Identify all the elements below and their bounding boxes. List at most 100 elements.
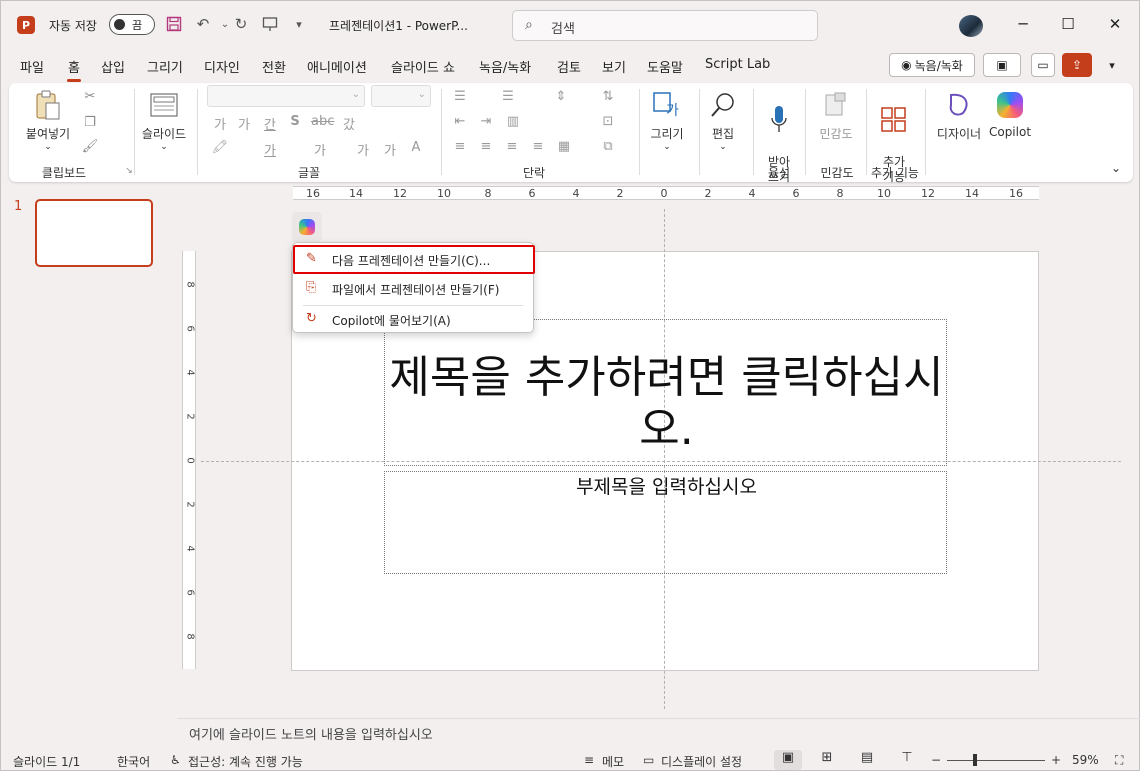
- tab-review[interactable]: 검토: [557, 57, 581, 76]
- tab-home[interactable]: 홈: [67, 57, 81, 82]
- close-button[interactable]: ✕: [1103, 15, 1127, 33]
- comments-button[interactable]: ▭: [1031, 53, 1055, 77]
- increase-font-icon[interactable]: 가: [211, 114, 229, 133]
- distributed-icon[interactable]: ▦: [555, 139, 573, 154]
- copilot-ribbon-button[interactable]: Copilot: [987, 89, 1033, 139]
- redo-icon[interactable]: ↻: [230, 13, 252, 35]
- tab-slideshow[interactable]: 슬라이드 쇼: [391, 57, 455, 76]
- tab-record[interactable]: 녹음/녹화: [479, 57, 531, 76]
- align-center-icon[interactable]: ≡: [477, 139, 495, 154]
- highlight-icon[interactable]: 🖍: [211, 140, 229, 155]
- zoom-out-icon[interactable]: −: [931, 753, 941, 767]
- tab-file[interactable]: 파일: [20, 57, 44, 76]
- copy-icon[interactable]: ❐: [81, 115, 99, 130]
- ruler-label: 10: [437, 187, 451, 200]
- comment-icon: ▭: [1037, 58, 1049, 72]
- notes-button[interactable]: 메모: [602, 753, 624, 770]
- maximize-button[interactable]: ☐: [1056, 15, 1080, 33]
- tab-design[interactable]: 디자인: [204, 57, 240, 76]
- justify-icon[interactable]: ≡: [529, 139, 547, 154]
- undo-icon[interactable]: ↶: [192, 13, 214, 35]
- ruler-label: 14: [349, 187, 363, 200]
- minimize-button[interactable]: ─: [1011, 15, 1035, 33]
- copilot-slide-button[interactable]: [292, 212, 322, 242]
- tab-view[interactable]: 보기: [602, 57, 626, 76]
- align-right-icon[interactable]: ≡: [503, 139, 521, 154]
- autosave-toggle[interactable]: 끔: [109, 14, 155, 35]
- fit-to-window-icon[interactable]: ⛶: [1115, 753, 1123, 768]
- save-icon[interactable]: [163, 13, 185, 35]
- language-indicator[interactable]: 한국어: [117, 753, 150, 770]
- font-color-icon[interactable]: 가: [261, 140, 279, 159]
- search-box[interactable]: ⌕ 검색: [512, 10, 818, 41]
- decrease-font-icon[interactable]: 가: [235, 114, 253, 133]
- subtitle-placeholder[interactable]: 부제목을 입력하십시오: [384, 471, 947, 574]
- sensitivity-button[interactable]: 민감도: [811, 89, 861, 142]
- strikethrough-icon[interactable]: abc: [311, 114, 334, 129]
- zoom-slider-thumb[interactable]: [973, 754, 977, 766]
- shrink-font-icon[interactable]: 가: [381, 140, 399, 159]
- increase-indent-icon[interactable]: ⇥: [477, 114, 495, 129]
- font-size-select[interactable]: ⌄: [371, 85, 431, 107]
- tab-transitions[interactable]: 전환: [262, 57, 286, 76]
- text-direction-icon[interactable]: ⇅: [599, 89, 617, 104]
- separator: [134, 89, 135, 175]
- shadow-icon[interactable]: S: [286, 114, 304, 129]
- font-family-select[interactable]: ⌄: [207, 85, 365, 107]
- ruler-label: 8: [836, 187, 844, 200]
- tab-help[interactable]: 도움말: [647, 57, 683, 76]
- decrease-indent-icon[interactable]: ⇤: [451, 114, 469, 129]
- align-left-icon[interactable]: ≡: [451, 139, 469, 154]
- editing-button[interactable]: 편집 ⌄: [701, 89, 745, 152]
- display-settings-button[interactable]: 디스플레이 설정: [661, 753, 742, 770]
- clear-format-icon[interactable]: A: [407, 140, 425, 155]
- tab-script-lab[interactable]: Script Lab: [705, 57, 770, 72]
- zoom-in-icon[interactable]: +: [1051, 753, 1061, 767]
- share-dropdown-icon[interactable]: ▾: [1099, 53, 1125, 77]
- present-icon[interactable]: [259, 13, 281, 35]
- numbering-icon[interactable]: ☰: [499, 89, 517, 104]
- underline-icon[interactable]: 간: [261, 114, 279, 133]
- drawing-button[interactable]: 가 그리기 ⌄: [645, 89, 689, 152]
- slide-thumbnail[interactable]: [35, 199, 153, 267]
- ruler-label: 8: [184, 633, 196, 640]
- pencil-sparkle-icon: ✎: [306, 251, 317, 266]
- reading-view-icon[interactable]: ▤: [853, 750, 881, 770]
- menu-item-ask-copilot[interactable]: ↻ Copilot에 물어보기(A): [293, 305, 533, 333]
- dialog-launcher-icon[interactable]: ↘: [120, 166, 138, 176]
- customize-icon[interactable]: ▾: [288, 13, 310, 35]
- accessibility-status[interactable]: 접근성: 계속 진행 가능: [188, 753, 303, 770]
- menu-item-create-presentation[interactable]: ✎ 다음 프레젠테이션 만들기(C)...: [293, 245, 535, 274]
- avatar[interactable]: [959, 15, 983, 37]
- ruler-label: 4: [184, 545, 196, 552]
- character-spacing-icon[interactable]: 갔: [340, 114, 358, 133]
- line-spacing-icon[interactable]: ⇕: [552, 89, 570, 104]
- slideshow-view-icon[interactable]: ⊤: [893, 750, 921, 770]
- grow-font-icon[interactable]: 가: [354, 140, 372, 159]
- zoom-level[interactable]: 59%: [1072, 753, 1099, 767]
- tab-draw[interactable]: 그리기: [147, 57, 183, 76]
- bullets-icon[interactable]: ☰: [451, 89, 469, 104]
- tab-insert[interactable]: 삽입: [101, 57, 125, 76]
- share-button[interactable]: ⇪: [1062, 53, 1092, 77]
- format-painter-icon[interactable]: 🖌: [81, 139, 99, 154]
- record-button[interactable]: ◉ 녹음/녹화: [889, 53, 975, 77]
- cut-icon[interactable]: ✂: [81, 89, 99, 104]
- font-size-up-icon[interactable]: 가: [311, 140, 329, 159]
- new-slide-button[interactable]: 슬라이드 ⌄: [139, 89, 189, 152]
- smartart-icon[interactable]: ⧉: [599, 139, 617, 154]
- title-placeholder[interactable]: 제목을 추가하려면 클릭하십시오.: [384, 319, 947, 466]
- menu-item-from-file[interactable]: ⎘ 파일에서 프레젠테이션 만들기(F): [293, 274, 533, 302]
- tab-animations[interactable]: 애니메이션: [307, 57, 367, 76]
- normal-view-icon[interactable]: ▣: [774, 750, 802, 770]
- columns-icon[interactable]: ▥: [504, 114, 522, 129]
- align-text-icon[interactable]: ⊡: [599, 114, 617, 129]
- notes-pane[interactable]: 여기에 슬라이드 노트의 내용을 입력하십시오: [177, 718, 1140, 746]
- designer-button[interactable]: 디자이너: [931, 89, 987, 142]
- present-teams-button[interactable]: ▣: [983, 53, 1021, 77]
- collapse-ribbon-icon[interactable]: ⌄: [1107, 161, 1125, 175]
- microphone-icon: [763, 104, 795, 136]
- slide-sorter-icon[interactable]: ⊞: [813, 750, 841, 770]
- zoom-slider[interactable]: [947, 760, 1045, 761]
- paste-button[interactable]: 붙여넣기 ⌄: [23, 89, 73, 152]
